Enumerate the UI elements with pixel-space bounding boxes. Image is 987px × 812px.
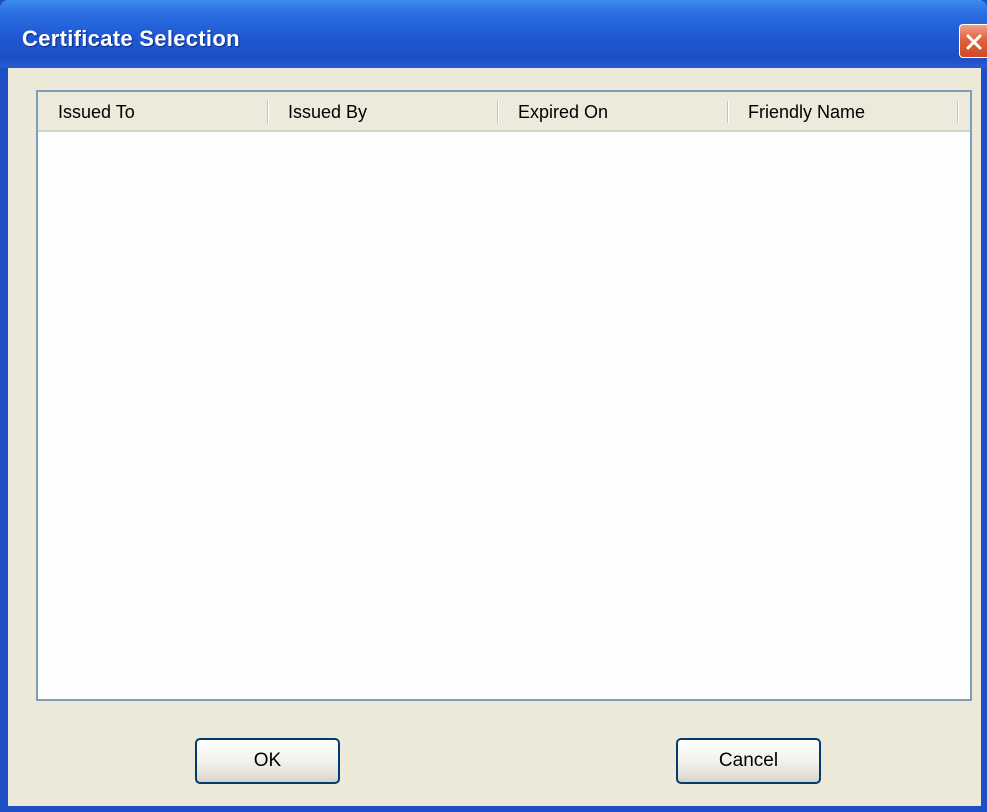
column-header-expired-on[interactable]: Expired On: [498, 92, 728, 130]
close-button[interactable]: [959, 24, 987, 58]
certificate-selection-dialog: Certificate Selection Issued To Issued B…: [0, 0, 987, 812]
list-body[interactable]: [38, 132, 970, 699]
column-header-issued-by[interactable]: Issued By: [268, 92, 498, 130]
close-icon: [966, 34, 982, 50]
list-header: Issued To Issued By Expired On Friendly …: [38, 92, 970, 132]
title-bar[interactable]: Certificate Selection: [0, 0, 987, 68]
column-header-friendly-name[interactable]: Friendly Name: [728, 92, 958, 130]
ok-button[interactable]: OK: [195, 738, 340, 784]
column-header-issued-to[interactable]: Issued To: [38, 92, 268, 130]
window-title: Certificate Selection: [22, 26, 240, 51]
certificate-list[interactable]: Issued To Issued By Expired On Friendly …: [36, 90, 972, 701]
cancel-button[interactable]: Cancel: [676, 738, 821, 784]
